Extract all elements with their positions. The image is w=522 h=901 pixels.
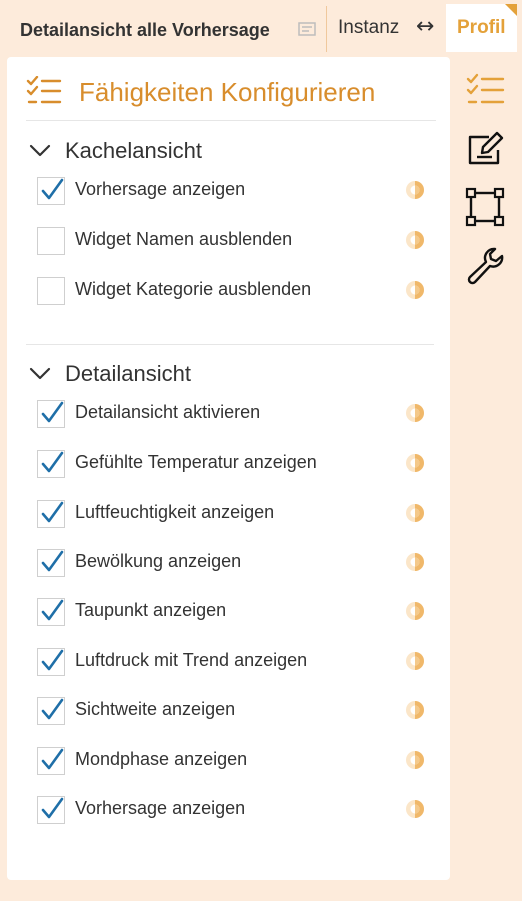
checkmark-icon [41,178,64,200]
tab-instanz[interactable]: Instanz [338,17,399,39]
half-circle-icon[interactable] [405,403,425,423]
checkmark-icon [41,698,64,720]
checkbox-checked[interactable] [37,598,65,626]
option-label: Detailansicht aktivieren [75,402,261,422]
option-row: Sichtweite anzeigen [37,695,435,725]
half-circle-icon[interactable] [405,230,425,250]
option-row: Widget Kategorie ausblenden [37,275,435,305]
panel-header: Fähigkeiten Konfigurieren [26,75,436,121]
half-circle-icon[interactable] [405,453,425,473]
half-circle-icon[interactable] [405,700,425,720]
page-title: Detailansicht alle Vorhersage [20,20,270,40]
checkbox-checked[interactable] [37,450,65,478]
checklist-icon [26,76,62,104]
checkbox-unchecked[interactable] [37,227,65,255]
option-label: Taupunkt anzeigen [75,600,227,620]
edit-icon[interactable] [465,128,505,168]
checkbox-unchecked[interactable] [37,277,65,305]
option-row: Taupunkt anzeigen [37,596,435,626]
option-label: Luftdruck mit Trend anzeigen [75,650,308,670]
option-row: Mondphase anzeigen [37,745,435,775]
chevron-down-icon [29,367,51,380]
option-row: Luftdruck mit Trend anzeigen [37,646,435,676]
half-circle-icon[interactable] [405,601,425,621]
checkmark-icon [41,401,64,423]
half-circle-icon[interactable] [405,552,425,572]
checkbox-checked[interactable] [37,747,65,775]
half-circle-icon[interactable] [405,280,425,300]
half-circle-icon[interactable] [405,799,425,819]
panel-title: Fähigkeiten Konfigurieren [79,77,376,107]
checkbox-checked[interactable] [37,500,65,528]
option-label: Widget Kategorie ausblenden [75,279,312,299]
checklist-icon[interactable] [465,70,505,110]
tab-profil-label: Profil [457,17,506,38]
capabilities-panel: Fähigkeiten Konfigurieren Kachelansicht V… [7,57,450,880]
wrench-icon[interactable] [465,246,505,286]
half-circle-icon[interactable] [405,651,425,671]
option-label: Gefühlte Temperatur anzeigen [75,452,317,472]
option-row: Gefühlte Temperatur anzeigen [37,448,435,478]
checkbox-checked[interactable] [37,697,65,725]
checkmark-icon [41,649,64,671]
option-label: Vorhersage anzeigen [75,798,246,818]
half-circle-icon[interactable] [405,180,425,200]
checkbox-checked[interactable] [37,648,65,676]
option-label: Luftfeuchtigkeit anzeigen [75,502,275,522]
option-label: Bewölkung anzeigen [75,551,242,571]
option-label: Widget Namen ausblenden [75,229,293,249]
checkbox-checked[interactable] [37,400,65,428]
option-row: Luftfeuchtigkeit anzeigen [37,498,435,528]
option-row: Widget Namen ausblenden [37,225,435,255]
option-row: Vorhersage anzeigen [37,175,435,205]
transform-icon[interactable] [465,187,505,227]
section-label: Kachelansicht [65,138,202,163]
section-divider [26,344,434,345]
card-icon[interactable] [298,22,316,36]
checkbox-checked[interactable] [37,796,65,824]
option-row: Bewölkung anzeigen [37,547,435,577]
section-toggle[interactable]: Kachelansicht [29,138,429,168]
checkmark-icon [41,748,64,770]
section-label: Detailansicht [65,361,191,386]
checkbox-checked[interactable] [37,177,65,205]
tab-profil[interactable]: Profil [446,4,517,52]
half-circle-icon[interactable] [405,750,425,770]
active-corner-marker [505,4,517,16]
checkbox-checked[interactable] [37,549,65,577]
checkmark-icon [41,599,64,621]
swap-arrow-icon[interactable]: ↔ [416,14,434,39]
checkmark-icon [41,501,64,523]
header-divider [326,6,327,52]
option-row: Detailansicht aktivieren [37,398,435,428]
top-bar: Detailansicht alle Vorhersage Instanz ↔ … [0,0,522,56]
checkmark-icon [41,797,64,819]
checkmark-icon [41,451,64,473]
option-label: Vorhersage anzeigen [75,179,246,199]
section-toggle[interactable]: Detailansicht [29,361,429,391]
half-circle-icon[interactable] [405,503,425,523]
checkmark-icon [41,550,64,572]
option-row: Vorhersage anzeigen [37,794,435,824]
chevron-down-icon [29,144,51,157]
option-label: Sichtweite anzeigen [75,699,236,719]
option-label: Mondphase anzeigen [75,749,248,769]
